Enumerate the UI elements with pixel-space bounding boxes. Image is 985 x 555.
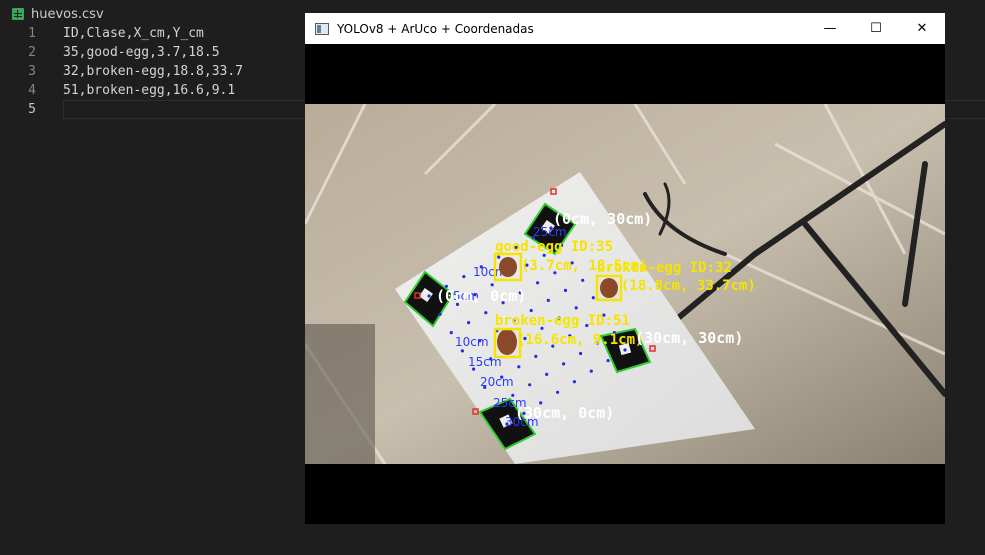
line-text[interactable]: 51,broken-egg,16.6,9.1 <box>63 81 235 100</box>
maximize-button[interactable]: ☐ <box>853 13 899 44</box>
corner-label-0-0: (0cm, 0cm) <box>436 287 526 305</box>
grid-dot <box>462 275 466 279</box>
grid-dot <box>534 354 538 358</box>
grid-dot <box>460 349 464 353</box>
grid-dot <box>546 298 550 302</box>
detection-label: good-egg ID:35 <box>495 239 613 255</box>
line-number: 3 <box>28 64 36 79</box>
line-number: 5 <box>28 102 36 117</box>
grid-dot <box>572 380 576 384</box>
line-text[interactable]: ID,Clase,X_cm,Y_cm <box>63 24 204 43</box>
grid-dot <box>449 331 453 335</box>
grid-dot <box>484 311 488 315</box>
grid-dot <box>545 372 549 376</box>
opencv-window: YOLOv8 + ArUco + Coordenadas — ☐ ✕ 5cm 1… <box>305 13 945 524</box>
detection-label: broken-egg ID:32 <box>597 260 732 276</box>
app-icon <box>315 22 329 35</box>
corner-label-0-30: (0cm, 30cm) <box>553 210 652 228</box>
grid-dot <box>563 288 568 292</box>
grid-tick-label: 20cm <box>480 375 514 389</box>
minimize-button[interactable]: — <box>807 13 853 44</box>
window-titlebar[interactable]: YOLOv8 + ArUco + Coordenadas — ☐ ✕ <box>305 13 945 44</box>
grid-dot <box>528 383 532 387</box>
grid-dot <box>427 294 431 298</box>
dark-corner <box>305 324 375 464</box>
grid-dot <box>467 321 471 325</box>
tab-label: huevos.csv <box>31 6 104 22</box>
grid-dot <box>606 359 610 363</box>
csv-file-icon <box>12 8 24 20</box>
detection-coords: (18.8cm, 33.7cm) <box>621 278 756 294</box>
line-text[interactable]: 32,broken-egg,18.8,33.7 <box>63 62 243 81</box>
close-button[interactable]: ✕ <box>899 13 945 44</box>
grid-dot <box>497 255 501 259</box>
grid-dot <box>574 306 578 310</box>
grid-dot <box>623 348 627 352</box>
camera-frame: 5cm 10cm 15cm 20cm 25cm 30cm 10cm 25cm g… <box>305 104 945 464</box>
grid-dot <box>589 369 593 373</box>
grid-dot <box>536 281 540 285</box>
grid-tick-label: 10cm <box>455 335 489 349</box>
corner-label-30-0: (30cm, 0cm) <box>515 404 614 422</box>
grid-dot <box>581 278 585 282</box>
grid-dot <box>438 312 442 316</box>
corner-label-30-30: (30cm, 30cm) <box>635 329 743 347</box>
line-number: 4 <box>28 83 36 98</box>
grid-dot <box>562 362 566 366</box>
grid-dot <box>490 283 494 287</box>
grid-dot <box>591 296 595 300</box>
line-text[interactable]: 35,good-egg,3.7,18.5 <box>63 43 220 62</box>
line-number: 1 <box>28 26 36 41</box>
grid-dot <box>556 390 560 394</box>
grid-dot <box>517 365 521 369</box>
line-number: 2 <box>28 45 36 60</box>
detection-label: broken-egg ID:51 <box>495 313 630 329</box>
detection-coords: (16.6cm, 9.1cm) <box>517 332 643 348</box>
grid-dot <box>529 308 533 313</box>
grid-dot <box>579 351 583 356</box>
window-title: YOLOv8 + ArUco + Coordenadas <box>337 21 534 36</box>
